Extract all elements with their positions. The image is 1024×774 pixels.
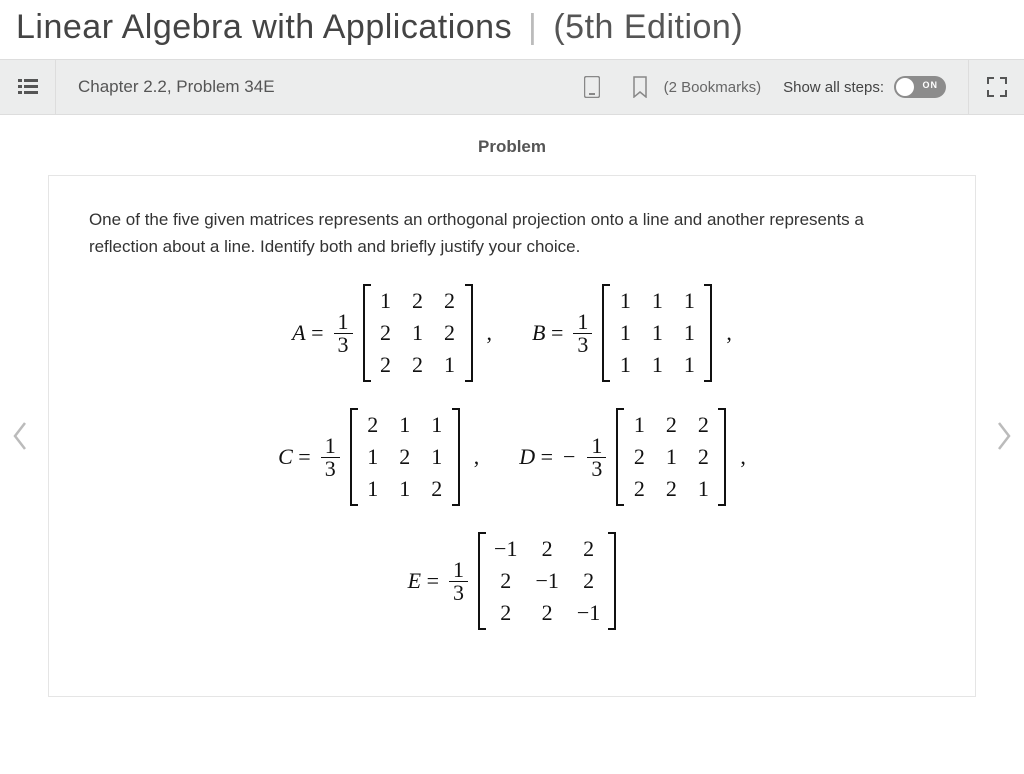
title-divider: |	[528, 8, 537, 46]
matrix-D: D = − 13 122 212 221 ,	[519, 408, 746, 506]
chevron-left-icon	[11, 421, 29, 451]
book-title: Linear Algebra with Applications	[16, 8, 512, 46]
page-title: Linear Algebra with Applications | (5th …	[16, 8, 1008, 47]
toolbar: Chapter 2.2, Problem 34E (2 Bookmarks) S…	[0, 59, 1024, 115]
fullscreen-button[interactable]	[968, 59, 1024, 115]
title-bar: Linear Algebra with Applications | (5th …	[0, 0, 1024, 59]
toggle-knob	[896, 78, 914, 96]
next-button[interactable]	[984, 421, 1024, 451]
matrix-row-1: A = 13 122 212 221 , B = 13	[89, 284, 935, 382]
matrix-row-3: E = 13 −122 2−12 22−1	[89, 532, 935, 630]
bookmarks-count: (2 Bookmarks)	[664, 79, 762, 96]
device-button[interactable]	[568, 59, 616, 115]
device-icon	[584, 76, 600, 98]
math-block: A = 13 122 212 221 , B = 13	[89, 284, 935, 630]
chapter-label: Chapter 2.2, Problem 34E	[56, 77, 275, 97]
menu-button[interactable]	[0, 59, 56, 115]
book-edition: (5th Edition)	[553, 8, 743, 46]
problem-intro: One of the five given matrices represent…	[89, 206, 935, 260]
matrix-row-2: C = 13 211 121 112 , D = − 13	[89, 408, 935, 506]
bookmark-icon	[632, 76, 648, 98]
matrix-E: E = 13 −122 2−12 22−1	[408, 532, 617, 630]
matrix-C: C = 13 211 121 112 ,	[278, 408, 479, 506]
show-steps-label: Show all steps:	[783, 79, 884, 96]
problem-card: One of the five given matrices represent…	[48, 175, 976, 697]
hamburger-icon	[18, 79, 38, 95]
matrix-A: A = 13 122 212 221 ,	[292, 284, 492, 382]
content-row: One of the five given matrices represent…	[0, 175, 1024, 697]
prev-button[interactable]	[0, 421, 40, 451]
bookmark-button[interactable]	[616, 59, 664, 115]
chevron-right-icon	[995, 421, 1013, 451]
show-steps-toggle[interactable]: ON	[894, 76, 946, 98]
toggle-on-label: ON	[923, 80, 939, 90]
matrix-B: B = 13 111 111 111 ,	[532, 284, 732, 382]
fullscreen-icon	[987, 77, 1007, 97]
section-title: Problem	[0, 137, 1024, 157]
